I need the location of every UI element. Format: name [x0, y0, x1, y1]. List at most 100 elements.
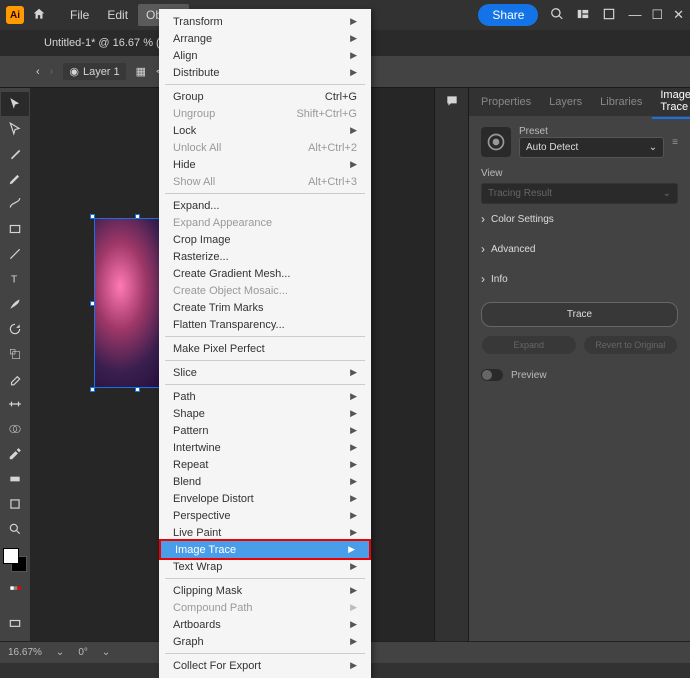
preset-select[interactable]: Auto Detect⌄ — [519, 137, 664, 158]
tab-properties[interactable]: Properties — [473, 92, 539, 112]
gradient-tool[interactable] — [1, 467, 29, 491]
layer-indicator[interactable]: ◉ Layer 1 — [63, 63, 125, 80]
tab-layers[interactable]: Layers — [541, 92, 590, 112]
screen-mode-icon[interactable] — [1, 612, 29, 636]
panel-menu-icon[interactable]: ≡ — [672, 137, 678, 148]
menu-item-create-gradient-mesh-[interactable]: Create Gradient Mesh... — [159, 265, 371, 282]
width-tool[interactable] — [1, 392, 29, 416]
menu-edit[interactable]: Edit — [99, 4, 136, 26]
type-tool[interactable]: T — [1, 267, 29, 291]
menu-item-clipping-mask[interactable]: Clipping Mask▶ — [159, 582, 371, 599]
menu-item-transform[interactable]: Transform▶ — [159, 13, 371, 30]
menu-file[interactable]: File — [62, 4, 97, 26]
view-label: View — [481, 168, 678, 179]
shape-builder-tool[interactable] — [1, 417, 29, 441]
menu-item-create-object-mosaic-: Create Object Mosaic... — [159, 282, 371, 299]
menu-item-make-pixel-perfect[interactable]: Make Pixel Perfect — [159, 340, 371, 357]
pen-tool[interactable] — [1, 167, 29, 191]
rotation-angle[interactable]: 0° — [78, 647, 88, 658]
zoom-tool[interactable] — [1, 517, 29, 541]
menu-item-hide[interactable]: Hide▶ — [159, 156, 371, 173]
handle-top-left[interactable] — [90, 214, 95, 219]
rectangle-tool[interactable] — [1, 217, 29, 241]
handle-bot-mid[interactable] — [135, 387, 140, 392]
preview-toggle[interactable] — [481, 369, 503, 381]
selection-tool[interactable] — [1, 92, 29, 116]
rotate-tool[interactable] — [1, 317, 29, 341]
menu-item-artboards[interactable]: Artboards▶ — [159, 616, 371, 633]
fill-stroke-swatches[interactable] — [3, 548, 27, 572]
link-icon: ▦ — [136, 65, 146, 78]
handle-bot-left[interactable] — [90, 387, 95, 392]
object-menu-dropdown: Transform▶Arrange▶Align▶Distribute▶ Group… — [159, 9, 371, 678]
menu-item-align[interactable]: Align▶ — [159, 47, 371, 64]
menu-item-group[interactable]: GroupCtrl+G — [159, 88, 371, 105]
zoom-level[interactable]: 16.67% — [8, 647, 42, 658]
workspace-icon[interactable] — [602, 7, 616, 24]
eyedropper-tool[interactable] — [1, 442, 29, 466]
search-icon[interactable] — [550, 7, 564, 24]
handle-top-mid[interactable] — [135, 214, 140, 219]
menu-item-arrange[interactable]: Arrange▶ — [159, 30, 371, 47]
menu-item-blend[interactable]: Blend▶ — [159, 473, 371, 490]
eraser-tool[interactable] — [1, 367, 29, 391]
menu-item-unlock-all: Unlock AllAlt+Ctrl+2 — [159, 139, 371, 156]
menu-item-lock[interactable]: Lock▶ — [159, 122, 371, 139]
layer-label: Layer 1 — [83, 66, 120, 78]
tab-image-trace[interactable]: Image Trace — [652, 85, 690, 119]
scale-tool[interactable] — [1, 342, 29, 366]
window-controls: — ☐ ✕ — [628, 7, 684, 23]
artboard-tool[interactable] — [1, 492, 29, 516]
minimize-icon[interactable]: — — [628, 7, 641, 23]
menu-item-collect-for-export[interactable]: Collect For Export▶ — [159, 657, 371, 674]
menu-item-slice[interactable]: Slice▶ — [159, 364, 371, 381]
menu-item-repeat[interactable]: Repeat▶ — [159, 456, 371, 473]
menu-item-flatten-transparency-[interactable]: Flatten Transparency... — [159, 316, 371, 333]
trace-button[interactable]: Trace — [481, 302, 678, 327]
nav-next-icon[interactable]: › — [50, 66, 54, 78]
menu-item-crop-image[interactable]: Crop Image — [159, 231, 371, 248]
menu-item-expand-[interactable]: Expand... — [159, 197, 371, 214]
panel-tabs: Properties Layers Libraries Image Trace — [469, 88, 690, 116]
menu-item-ungroup: UngroupShift+Ctrl+G — [159, 105, 371, 122]
line-tool[interactable] — [1, 242, 29, 266]
menu-item-envelope-distort[interactable]: Envelope Distort▶ — [159, 490, 371, 507]
section-advanced[interactable]: Advanced — [481, 234, 678, 264]
menu-item-compound-path: Compound Path▶ — [159, 599, 371, 616]
curvature-tool[interactable] — [1, 192, 29, 216]
view-select: Tracing Result⌄ — [481, 183, 678, 204]
menu-item-graph[interactable]: Graph▶ — [159, 633, 371, 650]
preview-label: Preview — [511, 370, 547, 381]
menu-item-intertwine[interactable]: Intertwine▶ — [159, 439, 371, 456]
maximize-icon[interactable]: ☐ — [651, 7, 663, 23]
paintbrush-tool[interactable] — [1, 292, 29, 316]
right-dock — [434, 88, 468, 641]
menu-item-text-wrap[interactable]: Text Wrap▶ — [159, 558, 371, 575]
nav-prev-icon[interactable]: ‹ — [36, 66, 40, 78]
menu-item-shape[interactable]: Shape▶ — [159, 405, 371, 422]
menu-item-rasterize-[interactable]: Rasterize... — [159, 248, 371, 265]
menu-item-perspective[interactable]: Perspective▶ — [159, 507, 371, 524]
menu-item-pattern[interactable]: Pattern▶ — [159, 422, 371, 439]
menu-item-image-trace[interactable]: Image Trace▶ — [159, 539, 371, 560]
comments-icon[interactable] — [445, 94, 459, 111]
fill-swatch[interactable] — [3, 548, 19, 564]
wand-tool[interactable] — [1, 142, 29, 166]
chevron-down-icon: ⌄ — [649, 142, 657, 153]
menu-item-create-trim-marks[interactable]: Create Trim Marks — [159, 299, 371, 316]
tab-libraries[interactable]: Libraries — [592, 92, 650, 112]
handle-mid-left[interactable] — [90, 301, 95, 306]
draw-mode-icon[interactable] — [1, 579, 29, 603]
close-icon[interactable]: ✕ — [673, 7, 684, 23]
svg-text:T: T — [11, 274, 18, 286]
share-button[interactable]: Share — [478, 4, 538, 26]
menu-item-show-all: Show AllAlt+Ctrl+3 — [159, 173, 371, 190]
preset-thumb-icon — [481, 127, 511, 157]
menu-item-path[interactable]: Path▶ — [159, 388, 371, 405]
arrange-icon[interactable] — [576, 7, 590, 24]
section-info[interactable]: Info — [481, 264, 678, 294]
direct-selection-tool[interactable] — [1, 117, 29, 141]
menu-item-distribute[interactable]: Distribute▶ — [159, 64, 371, 81]
home-icon[interactable] — [32, 7, 46, 24]
section-color-settings[interactable]: Color Settings — [481, 204, 678, 234]
